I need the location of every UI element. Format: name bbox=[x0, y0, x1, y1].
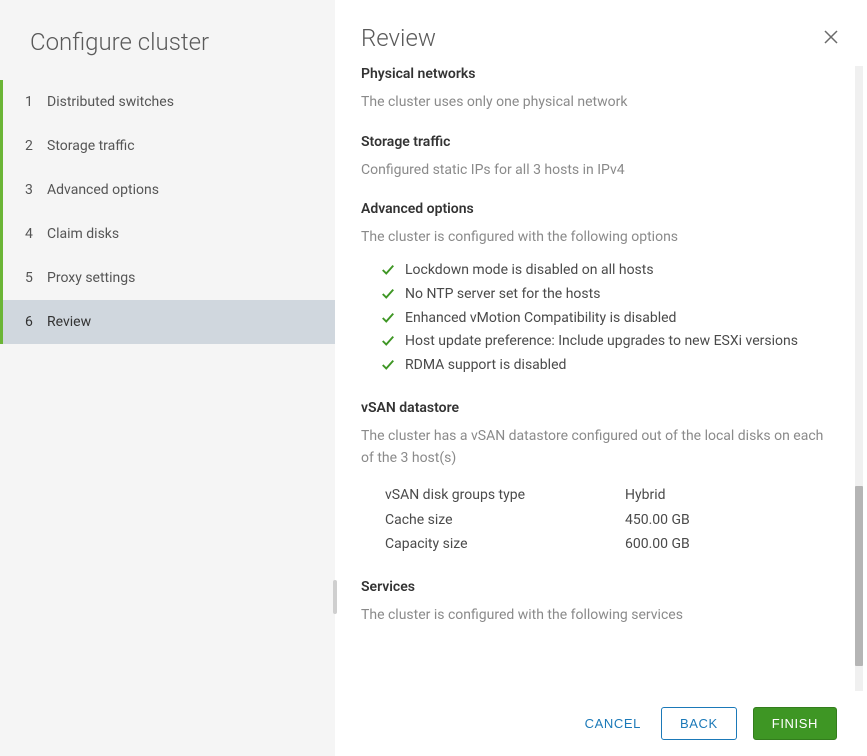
check-icon bbox=[381, 263, 395, 277]
section-title: Physical networks bbox=[361, 66, 839, 82]
page-title: Review bbox=[361, 24, 436, 52]
section-title: Services bbox=[361, 579, 839, 595]
step-label: Storage traffic bbox=[47, 138, 135, 154]
option-text: RDMA support is disabled bbox=[405, 357, 566, 373]
step-number: 5 bbox=[25, 270, 47, 286]
option-text: Host update preference: Include upgrades… bbox=[405, 333, 798, 349]
cancel-button[interactable]: CANCEL bbox=[581, 708, 645, 739]
step-label: Claim disks bbox=[47, 226, 119, 242]
step-label: Distributed switches bbox=[47, 94, 174, 110]
list-item: RDMA support is disabled bbox=[387, 354, 839, 378]
section-advanced-options: Advanced options The cluster is configur… bbox=[361, 201, 839, 378]
table-row: Capacity size 600.00 GB bbox=[385, 532, 839, 557]
detail-value: Hybrid bbox=[625, 483, 666, 508]
step-number: 6 bbox=[25, 314, 47, 330]
table-row: Cache size 450.00 GB bbox=[385, 508, 839, 533]
advanced-options-list: Lockdown mode is disabled on all hosts N… bbox=[361, 259, 839, 378]
finish-button[interactable]: FINISH bbox=[753, 707, 837, 740]
step-review[interactable]: 6 Review bbox=[3, 300, 335, 344]
scrollbar-track[interactable] bbox=[855, 66, 863, 691]
sidebar: Configure cluster 1 Distributed switches… bbox=[0, 0, 335, 756]
section-services: Services The cluster is configured with … bbox=[361, 579, 839, 627]
step-label: Advanced options bbox=[47, 182, 159, 198]
back-button[interactable]: BACK bbox=[661, 707, 737, 740]
section-description: The cluster is configured with the follo… bbox=[361, 227, 839, 249]
section-physical-networks: Physical networks The cluster uses only … bbox=[361, 66, 839, 114]
step-label: Proxy settings bbox=[47, 270, 135, 286]
detail-label: vSAN disk groups type bbox=[385, 483, 625, 508]
step-distributed-switches[interactable]: 1 Distributed switches bbox=[3, 80, 335, 124]
section-title: vSAN datastore bbox=[361, 400, 839, 416]
main-panel: Review Physical networks The cluster use… bbox=[335, 0, 867, 756]
detail-label: Capacity size bbox=[385, 532, 625, 557]
list-item: No NTP server set for the hosts bbox=[387, 283, 839, 307]
check-icon bbox=[381, 311, 395, 325]
step-number: 2 bbox=[25, 138, 47, 154]
list-item: Lockdown mode is disabled on all hosts bbox=[387, 259, 839, 283]
review-content: Physical networks The cluster uses only … bbox=[335, 66, 853, 691]
step-number: 1 bbox=[25, 94, 47, 110]
check-icon bbox=[381, 358, 395, 372]
detail-label: Cache size bbox=[385, 508, 625, 533]
step-number: 4 bbox=[25, 226, 47, 242]
section-description: The cluster is configured with the follo… bbox=[361, 605, 839, 627]
sidebar-title: Configure cluster bbox=[0, 28, 335, 80]
option-text: No NTP server set for the hosts bbox=[405, 286, 600, 302]
wizard-steps: 1 Distributed switches 2 Storage traffic… bbox=[0, 80, 335, 344]
step-claim-disks[interactable]: 4 Claim disks bbox=[3, 212, 335, 256]
list-item: Host update preference: Include upgrades… bbox=[387, 330, 839, 354]
detail-value: 600.00 GB bbox=[625, 532, 690, 557]
section-storage-traffic: Storage traffic Configured static IPs fo… bbox=[361, 134, 839, 182]
step-advanced-options[interactable]: 3 Advanced options bbox=[3, 168, 335, 212]
section-title: Storage traffic bbox=[361, 134, 839, 150]
step-label: Review bbox=[47, 314, 91, 330]
table-row: vSAN disk groups type Hybrid bbox=[385, 483, 839, 508]
scrollbar-thumb[interactable] bbox=[855, 486, 863, 666]
vsan-details-table: vSAN disk groups type Hybrid Cache size … bbox=[361, 483, 839, 557]
check-icon bbox=[381, 287, 395, 301]
section-description: The cluster uses only one physical netwo… bbox=[361, 92, 839, 114]
option-text: Enhanced vMotion Compatibility is disabl… bbox=[405, 310, 676, 326]
step-proxy-settings[interactable]: 5 Proxy settings bbox=[3, 256, 335, 300]
option-text: Lockdown mode is disabled on all hosts bbox=[405, 262, 654, 278]
check-icon bbox=[381, 334, 395, 348]
section-title: Advanced options bbox=[361, 201, 839, 217]
wizard-footer: CANCEL BACK FINISH bbox=[335, 691, 867, 756]
step-number: 3 bbox=[25, 182, 47, 198]
step-storage-traffic[interactable]: 2 Storage traffic bbox=[3, 124, 335, 168]
list-item: Enhanced vMotion Compatibility is disabl… bbox=[387, 307, 839, 331]
section-vsan-datastore: vSAN datastore The cluster has a vSAN da… bbox=[361, 400, 839, 557]
detail-value: 450.00 GB bbox=[625, 508, 690, 533]
section-description: The cluster has a vSAN datastore configu… bbox=[361, 426, 839, 469]
section-description: Configured static IPs for all 3 hosts in… bbox=[361, 160, 839, 182]
close-icon[interactable] bbox=[823, 28, 839, 48]
